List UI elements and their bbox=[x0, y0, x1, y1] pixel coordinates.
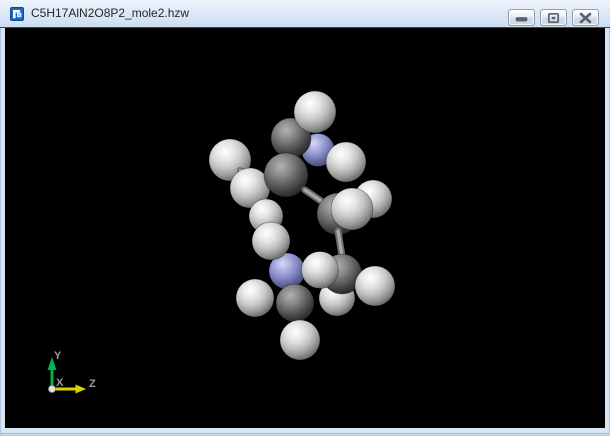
viewport-3d[interactable]: Y X Z bbox=[5, 28, 605, 428]
atom-C[interactable] bbox=[275, 283, 315, 323]
x-axis-label: X bbox=[56, 377, 64, 389]
z-axis-arrowhead bbox=[75, 384, 86, 394]
atom-H[interactable] bbox=[330, 187, 374, 231]
x-axis-dot bbox=[48, 385, 56, 393]
window-title: C5H17AlN2O8P2_mole2.hzw bbox=[31, 6, 190, 20]
window-frame-line bbox=[1, 433, 609, 434]
atom-H[interactable] bbox=[279, 319, 321, 361]
minimize-icon bbox=[515, 17, 528, 22]
molecule-model bbox=[208, 90, 396, 361]
atom-H[interactable] bbox=[301, 251, 339, 289]
axis-indicator: Y X Z bbox=[47, 350, 96, 394]
close-button[interactable] bbox=[572, 9, 599, 26]
restore-icon bbox=[547, 12, 560, 23]
minimize-button[interactable] bbox=[508, 9, 535, 26]
bond bbox=[334, 227, 346, 260]
atom-C[interactable] bbox=[263, 152, 309, 198]
app-icon bbox=[10, 7, 24, 21]
z-axis-label: Z bbox=[89, 378, 96, 390]
atom-H[interactable] bbox=[235, 278, 275, 318]
app-window: C5H17AlN2O8P2_mole2.hzw Y X Z bbox=[0, 0, 610, 436]
atom-H[interactable] bbox=[354, 265, 396, 307]
titlebar[interactable]: C5H17AlN2O8P2_mole2.hzw bbox=[0, 0, 610, 28]
atom-H[interactable] bbox=[325, 141, 367, 183]
restore-button[interactable] bbox=[540, 9, 567, 26]
atom-H[interactable] bbox=[251, 221, 291, 261]
atom-H[interactable] bbox=[293, 90, 337, 134]
close-icon bbox=[579, 12, 592, 23]
y-axis-label: Y bbox=[54, 350, 62, 362]
window-controls bbox=[508, 9, 599, 26]
